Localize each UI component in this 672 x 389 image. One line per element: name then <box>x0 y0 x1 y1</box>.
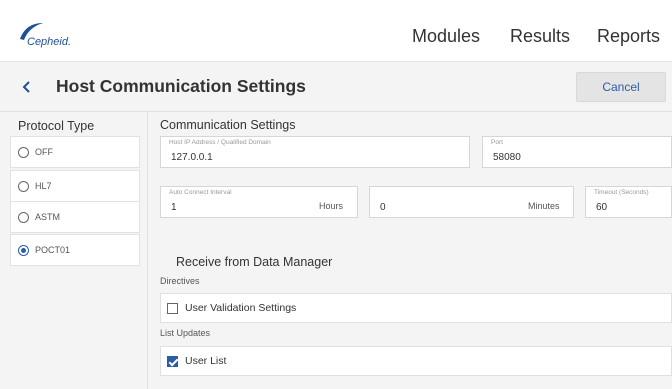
protocol-option-label: OFF <box>35 147 53 157</box>
protocol-option-astm[interactable]: ASTM <box>10 201 140 233</box>
radio-hl7[interactable] <box>18 181 29 192</box>
page-title: Host Communication Settings <box>56 76 306 96</box>
port-field[interactable]: Port 58080 <box>482 136 672 168</box>
top-bar: Cepheid. Modules Results Reports <box>0 0 672 62</box>
nav-reports[interactable]: Reports <box>597 26 660 47</box>
radio-astm[interactable] <box>18 212 29 223</box>
host-ip-label: Host IP Address / Qualified Domain <box>169 139 271 146</box>
host-ip-field[interactable]: Host IP Address / Qualified Domain 127.0… <box>160 136 470 168</box>
hours-unit: Hours <box>319 201 344 211</box>
port-label: Port <box>491 139 503 146</box>
receive-heading: Receive from Data Manager <box>176 255 333 269</box>
protocol-option-label: HL7 <box>35 181 52 191</box>
radio-poct01[interactable] <box>18 245 29 256</box>
auto-connect-label: Auto Connect Interval <box>169 189 232 196</box>
logo-text: Cepheid. <box>27 36 72 48</box>
user-list-label: User List <box>185 355 227 367</box>
auto-connect-minutes-field[interactable]: 0 Minutes <box>369 186 574 218</box>
auto-connect-hours-field[interactable]: Auto Connect Interval 1 Hours <box>160 186 358 218</box>
user-list-row[interactable]: User List <box>160 346 672 376</box>
protocol-option-label: POCT01 <box>35 245 71 255</box>
communication-settings-heading: Communication Settings <box>160 118 296 132</box>
timeout-field[interactable]: Timeout (Seconds) 60 <box>585 186 672 218</box>
protocol-option-hl7[interactable]: HL7 <box>10 170 140 202</box>
back-button[interactable] <box>22 76 40 98</box>
minutes-value: 0 <box>380 202 386 213</box>
user-validation-checkbox[interactable] <box>167 303 178 314</box>
protocol-type-heading: Protocol Type <box>18 119 95 133</box>
protocol-option-label: ASTM <box>35 212 61 222</box>
user-validation-row[interactable]: User Validation Settings <box>160 293 672 323</box>
directives-label: Directives <box>160 276 200 286</box>
timeout-label: Timeout (Seconds) <box>594 189 649 196</box>
user-list-checkbox[interactable] <box>167 356 178 367</box>
list-updates-label: List Updates <box>160 328 211 338</box>
minutes-unit: Minutes <box>528 201 560 211</box>
protocol-option-poct01[interactable]: POCT01 <box>10 234 140 266</box>
protocol-option-off[interactable]: OFF <box>10 136 140 168</box>
cepheid-logo: Cepheid. <box>18 22 108 50</box>
nav-results[interactable]: Results <box>510 26 570 47</box>
port-value: 58080 <box>493 152 521 163</box>
timeout-value: 60 <box>596 202 608 213</box>
host-ip-value: 127.0.0.1 <box>171 152 213 163</box>
radio-off[interactable] <box>18 147 29 158</box>
title-row: Host Communication Settings Cancel <box>0 62 672 112</box>
hours-value: 1 <box>171 202 177 213</box>
nav-modules[interactable]: Modules <box>412 26 480 47</box>
user-validation-label: User Validation Settings <box>185 302 297 314</box>
cancel-button[interactable]: Cancel <box>576 72 666 102</box>
chevron-left-icon <box>22 81 30 93</box>
